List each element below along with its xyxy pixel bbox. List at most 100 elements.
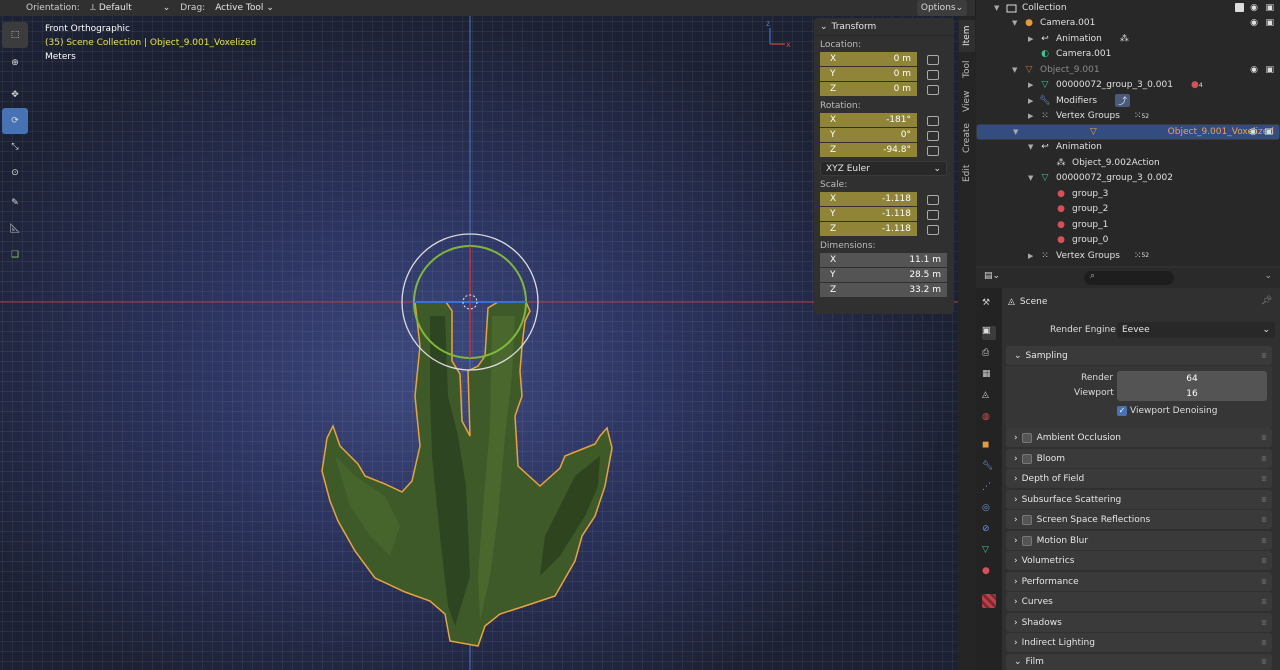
ambient-occlusion-section[interactable]: › Ambient Occlusion ⁞⁞⁞⁞ xyxy=(1006,428,1272,447)
grip-icon[interactable]: ⁞⁞⁞⁞ xyxy=(1261,434,1267,442)
checkbox-icon[interactable] xyxy=(1021,535,1032,546)
lock-icon[interactable] xyxy=(927,194,939,205)
rotation-y-field[interactable]: Y 0° xyxy=(820,128,917,142)
camera-icon[interactable]: ▣ xyxy=(1265,3,1274,13)
tab-tool[interactable]: Tool xyxy=(959,54,975,84)
indirect-lighting-section[interactable]: › Indirect Lighting ⁞⁞⁞⁞ xyxy=(1006,633,1272,652)
grip-icon[interactable]: ⁞⁞⁞⁞ xyxy=(1261,352,1267,360)
grip-icon[interactable]: ⁞⁞⁞⁞ xyxy=(1261,578,1267,586)
motion-blur-section[interactable]: › Motion Blur ⁞⁞⁞⁞ xyxy=(1006,531,1272,550)
checkbox-checked-icon[interactable]: ✓ xyxy=(1117,406,1127,416)
options-button[interactable]: Options ⌄ xyxy=(917,0,967,16)
outliner-row[interactable]: ⁂ Object_9.002Action xyxy=(976,155,1280,171)
volumetrics-section[interactable]: › Volumetrics ⁞⁞⁞⁞ xyxy=(1006,551,1272,570)
outliner-row[interactable]: ● group_1 xyxy=(976,217,1280,233)
grip-icon[interactable]: ⁞⁞⁞⁞ xyxy=(1261,658,1267,666)
screen-space-reflections-section[interactable]: › Screen Space Reflections ⁞⁞⁞⁞ xyxy=(1006,510,1272,529)
select-box-tool[interactable]: ⬚ xyxy=(2,22,28,48)
orientation-dropdown[interactable]: ⟂ Default ⌄ xyxy=(86,3,174,13)
outliner-row[interactable]: ▶ ⁙ Vertex Groups ⁙ 52 xyxy=(976,248,1280,264)
location-z-field[interactable]: Z 0 m xyxy=(820,82,917,96)
grip-icon[interactable]: ⁞⁞⁞⁞ xyxy=(1261,557,1267,565)
annotate-tool[interactable]: ✎ xyxy=(2,190,28,216)
chevron-down-icon[interactable]: ⌄ xyxy=(1264,271,1272,281)
scene-icon[interactable]: ◬ xyxy=(982,390,996,404)
outliner-row[interactable]: ● group_3 xyxy=(976,186,1280,202)
modifier-icon[interactable]: 🔧︎ xyxy=(982,461,996,475)
lock-icon[interactable] xyxy=(927,84,939,95)
camera-icon[interactable]: ▣ xyxy=(1264,127,1273,137)
eye-icon[interactable]: ◉ xyxy=(1249,127,1257,137)
film-section[interactable]: ⌄ Film ⁞⁞⁞⁞ xyxy=(1006,654,1272,670)
outliner-row[interactable]: ▼ ▽ Object_9.001 ◉ ▣ xyxy=(976,62,1280,78)
render-engine-select[interactable]: Eevee ⌄ xyxy=(1117,322,1275,338)
viewport-samples-field[interactable]: 16 xyxy=(1117,386,1267,401)
camera-icon[interactable]: ▣ xyxy=(1265,65,1274,75)
tool-icon[interactable]: ⚒ xyxy=(982,298,996,312)
subsurface-scattering-section[interactable]: › Subsurface Scattering ⁞⁞⁞⁞ xyxy=(1006,490,1272,509)
output-icon[interactable]: ⎙ xyxy=(982,348,996,362)
scale-x-field[interactable]: X -1.118 xyxy=(820,192,917,206)
material-icon[interactable]: ● xyxy=(982,566,996,580)
rotation-mode-select[interactable]: XYZ Euler ⌄ xyxy=(820,161,947,176)
lock-icon[interactable] xyxy=(927,115,939,126)
depth-of-field-section[interactable]: › Depth of Field ⁞⁞⁞⁞ xyxy=(1006,469,1272,488)
outliner-row[interactable]: ● group_0 xyxy=(976,233,1280,249)
checkbox-icon[interactable] xyxy=(1021,432,1032,443)
view-layer-icon[interactable]: ▦ xyxy=(982,369,996,383)
scale-y-field[interactable]: Y -1.118 xyxy=(820,207,917,221)
checkbox-icon[interactable] xyxy=(1235,3,1244,13)
tab-create[interactable]: Create xyxy=(959,118,975,158)
texture-icon[interactable] xyxy=(982,594,996,608)
lock-icon[interactable] xyxy=(927,54,939,65)
render-icon[interactable]: ▣ xyxy=(982,326,996,340)
tab-view[interactable]: View xyxy=(959,86,975,116)
lock-icon[interactable] xyxy=(927,145,939,156)
add-cube-tool[interactable]: ❏ xyxy=(2,242,28,268)
chevron-down-icon[interactable]: ▼ xyxy=(1012,66,1022,74)
grip-icon[interactable]: ⁞⁞⁞⁞ xyxy=(1261,639,1267,647)
chevron-down-icon[interactable]: ▼ xyxy=(1028,143,1038,151)
chevron-down-icon[interactable]: ▼ xyxy=(1012,19,1022,27)
lock-icon[interactable] xyxy=(927,224,939,235)
lock-icon[interactable] xyxy=(927,209,939,220)
bloom-section[interactable]: › Bloom ⁞⁞⁞⁞ xyxy=(1006,449,1272,468)
drag-dropdown[interactable]: Active Tool ⌄ xyxy=(211,3,278,13)
eye-icon[interactable]: ◉ xyxy=(1250,65,1258,75)
checkbox-icon[interactable] xyxy=(1021,514,1032,525)
shadows-section[interactable]: › Shadows ⁞⁞⁞⁞ xyxy=(1006,613,1272,632)
physics-icon[interactable]: ◎ xyxy=(982,503,996,517)
scale-z-field[interactable]: Z -1.118 xyxy=(820,222,917,236)
data-icon[interactable]: ▽ xyxy=(982,545,996,559)
chevron-right-icon[interactable]: ▶ xyxy=(1028,252,1038,260)
object-icon[interactable]: ◼ xyxy=(982,440,996,454)
grip-icon[interactable]: ⁞⁞⁞⁞ xyxy=(1261,619,1267,627)
camera-icon[interactable]: ▣ xyxy=(1265,18,1274,28)
properties-search[interactable]: ⌕ xyxy=(1084,271,1174,285)
outliner-row[interactable]: ▶ ▽ 00000072_group_3_0.001 ● 4 xyxy=(976,78,1280,94)
editor-type-icon[interactable]: ▤⌄ xyxy=(984,271,1000,281)
chevron-right-icon[interactable]: ▶ xyxy=(1028,81,1038,89)
transform-tool[interactable]: ⊙ xyxy=(2,160,28,186)
outliner-row[interactable]: ▼ ↩ Animation xyxy=(976,140,1280,156)
tab-edit[interactable]: Edit xyxy=(959,160,975,186)
dimensions-y-field[interactable]: Y 28.5 m xyxy=(820,268,947,282)
chevron-down-icon[interactable]: ▼ xyxy=(1013,128,1023,136)
outliner-row[interactable]: ▼ ▽ 00000072_group_3_0.002 xyxy=(976,171,1280,187)
rotate-tool[interactable]: ⟳ xyxy=(2,108,28,134)
grip-icon[interactable]: ⁞⁞⁞⁞ xyxy=(1261,537,1267,545)
rotation-x-field[interactable]: X -181° xyxy=(820,113,917,127)
outliner-row[interactable]: ▼ Collection ◉ ▣ xyxy=(976,0,1280,16)
constraints-icon[interactable]: ⊘ xyxy=(982,524,996,538)
chevron-down-icon[interactable]: ▼ xyxy=(1028,174,1038,182)
outliner-row[interactable]: ◐ Camera.001 xyxy=(976,47,1280,63)
grip-icon[interactable]: ⁞⁞⁞⁞ xyxy=(1261,455,1267,463)
measure-tool[interactable]: 📐︎ xyxy=(2,216,28,242)
outliner-row[interactable]: ▶ ↩ Animation ⁂ xyxy=(976,31,1280,47)
viewport-denoising-toggle[interactable]: ✓ Viewport Denoising xyxy=(1117,406,1217,416)
grip-icon[interactable]: ⁞⁞⁞⁞ xyxy=(1261,496,1267,504)
grip-icon[interactable]: ⁞⁞⁞⁞ xyxy=(1261,516,1267,524)
rotation-z-field[interactable]: Z -94.8° xyxy=(820,143,917,157)
outliner-row[interactable]: ▼ ● Camera.001 ◉ ▣ xyxy=(976,16,1280,32)
location-y-field[interactable]: Y 0 m xyxy=(820,67,917,81)
